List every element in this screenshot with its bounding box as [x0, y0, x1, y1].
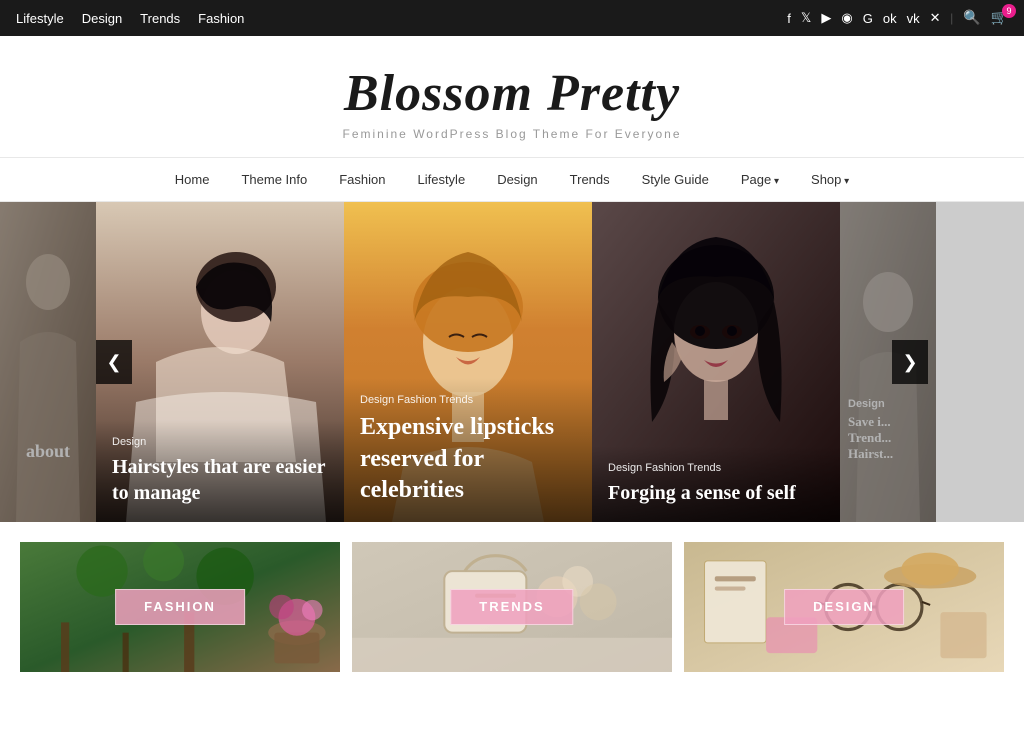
slider-section: about: [0, 202, 1024, 522]
far-right-category: Design: [848, 398, 928, 410]
top-nav: Lifestyle Design Trends Fashion f 𝕏 ▶ ◉ …: [0, 0, 1024, 36]
main-nav-trends[interactable]: Trends: [554, 158, 626, 201]
facebook-icon[interactable]: f: [787, 11, 791, 26]
right-slide-overlay: Design Fashion Trends Forging a sense of…: [592, 446, 840, 522]
nav-fashion[interactable]: Fashion: [198, 11, 244, 26]
nav-design[interactable]: Design: [82, 11, 122, 26]
ok-icon[interactable]: ok: [883, 11, 897, 26]
far-right-text: Save i... Trend... Hairst...: [848, 414, 928, 462]
category-design[interactable]: DESIGN: [684, 542, 1004, 672]
slide-far-left: about: [0, 202, 96, 522]
trends-label: TRENDS: [479, 599, 544, 614]
category-fashion[interactable]: FASHION: [20, 542, 340, 672]
google-icon[interactable]: G: [863, 11, 873, 26]
category-trends[interactable]: TRENDS: [352, 542, 672, 672]
site-tagline: Feminine WordPress Blog Theme For Everyo…: [20, 127, 1004, 141]
nav-trends[interactable]: Trends: [140, 11, 180, 26]
xing-icon[interactable]: ✕: [930, 10, 941, 26]
center-slide-overlay: Design Fashion Trends Expensive lipstick…: [344, 378, 592, 522]
cart-icon[interactable]: 🛒 9: [991, 10, 1008, 27]
far-right-overlay: Design Save i... Trend... Hairst...: [840, 398, 936, 462]
fashion-label-wrap: FASHION: [115, 589, 245, 625]
far-left-text: about: [26, 441, 70, 461]
main-nav-style-guide[interactable]: Style Guide: [626, 158, 725, 201]
cart-badge: 9: [1002, 4, 1016, 18]
slide-center[interactable]: Design Fashion Trends Expensive lipstick…: [344, 202, 592, 522]
center-slide-title: Expensive lipsticks reserved for celebri…: [360, 412, 576, 506]
fashion-label: FASHION: [144, 599, 216, 614]
right-slide-title: Forging a sense of self: [608, 480, 824, 506]
site-title: Blossom Pretty: [20, 64, 1004, 123]
category-section: FASHION: [0, 522, 1024, 672]
right-slide-category: Design Fashion Trends: [608, 462, 824, 474]
slider-prev-button[interactable]: ❮: [96, 340, 132, 384]
main-nav: Home Theme Info Fashion Lifestyle Design…: [0, 157, 1024, 202]
left-slide-category: Design: [112, 436, 328, 448]
main-nav-lifestyle[interactable]: Lifestyle: [401, 158, 481, 201]
main-nav-home[interactable]: Home: [159, 158, 226, 201]
slide-left[interactable]: Design Hairstyles that are easier to man…: [96, 202, 344, 522]
top-nav-right: f 𝕏 ▶ ◉ G ok vk ✕ | 🔍 🛒 9: [787, 10, 1008, 27]
nav-lifestyle[interactable]: Lifestyle: [16, 11, 64, 26]
main-nav-page[interactable]: Page: [725, 158, 795, 201]
top-nav-links: Lifestyle Design Trends Fashion: [16, 11, 244, 26]
nav-divider: |: [951, 10, 954, 26]
design-label: DESIGN: [813, 599, 875, 614]
site-header: Blossom Pretty Feminine WordPress Blog T…: [0, 36, 1024, 157]
far-left-overlay: about: [0, 441, 96, 462]
left-slide-title: Hairstyles that are easier to manage: [112, 454, 328, 506]
trends-label-wrap: TRENDS: [450, 589, 573, 625]
main-nav-fashion[interactable]: Fashion: [323, 158, 401, 201]
main-nav-shop[interactable]: Shop: [795, 158, 865, 201]
far-left-image: [0, 202, 96, 522]
youtube-icon[interactable]: ▶: [821, 10, 831, 26]
design-label-wrap: DESIGN: [784, 589, 904, 625]
left-slide-overlay: Design Hairstyles that are easier to man…: [96, 420, 344, 522]
search-icon[interactable]: 🔍: [963, 10, 980, 27]
instagram-icon[interactable]: ◉: [841, 10, 852, 26]
twitter-icon[interactable]: 𝕏: [801, 10, 811, 26]
main-nav-design[interactable]: Design: [481, 158, 553, 201]
slider-next-button[interactable]: ❯: [892, 340, 928, 384]
center-slide-category: Design Fashion Trends: [360, 394, 576, 406]
slide-right[interactable]: Design Fashion Trends Forging a sense of…: [592, 202, 840, 522]
main-nav-theme-info[interactable]: Theme Info: [225, 158, 323, 201]
vk-icon[interactable]: vk: [907, 11, 920, 26]
